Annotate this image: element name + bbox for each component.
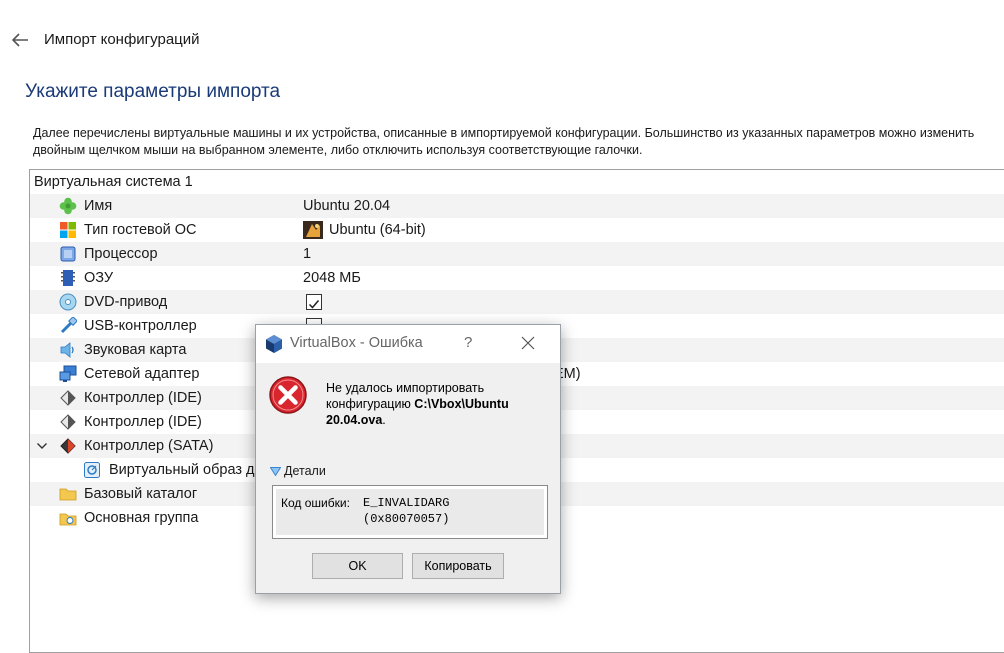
- ide-controller-icon: [60, 390, 76, 406]
- details-toggle[interactable]: Детали: [269, 464, 326, 478]
- ram-icon: [61, 270, 75, 286]
- usb-icon: [60, 317, 77, 334]
- ok-button[interactable]: OK: [312, 553, 403, 579]
- tree-row-value[interactable]: Ubuntu (64-bit): [329, 218, 426, 242]
- checkmark-icon: [308, 300, 320, 309]
- copy-button[interactable]: Копировать: [412, 553, 504, 579]
- tree-row-value[interactable]: Ubuntu 20.04: [303, 194, 390, 218]
- tree-row-label: Тип гостевой ОС: [84, 222, 197, 238]
- tree-row-dvd[interactable]: DVD-привод: [30, 290, 1004, 314]
- sata-controller-icon: [60, 438, 76, 454]
- error-code: E_INVALIDARG: [363, 496, 450, 510]
- tree-row-label: Базовый каталог: [84, 486, 198, 502]
- tree-row-label: Контроллер (SATA): [84, 438, 214, 454]
- tree-row-label: Сетевой адаптер: [84, 366, 200, 382]
- page-heading: Укажите параметры импорта: [25, 81, 281, 102]
- triangle-down-icon: [269, 467, 282, 477]
- close-icon[interactable]: [520, 335, 536, 351]
- tree-row-label: USB-контроллер: [84, 318, 197, 334]
- error-icon: [269, 376, 307, 414]
- os-type-icon: [60, 222, 76, 238]
- tree-row-system[interactable]: Виртуальная система 1: [30, 170, 1004, 194]
- tree-row-label: Контроллер (IDE): [84, 390, 202, 406]
- error-dialog: VirtualBox - Ошибка ? Не удалось импорти…: [255, 324, 561, 594]
- tree-row-label: Процессор: [84, 246, 158, 262]
- dvd-checkbox[interactable]: [306, 294, 322, 310]
- error-code-label: Код ошибки:: [281, 496, 350, 510]
- group-icon: [59, 513, 77, 526]
- tree-row-os-type[interactable]: Тип гостевой ОС Ubuntu (64-bit): [30, 218, 1004, 242]
- network-icon: [59, 365, 77, 382]
- error-code-hex: (0x80070057): [363, 512, 450, 526]
- audio-icon: [60, 342, 74, 358]
- tree-row-label: Имя: [84, 198, 113, 214]
- folder-icon: [59, 488, 77, 501]
- help-button[interactable]: ?: [464, 334, 478, 351]
- tree-row-label: Виртуальный образ д: [109, 462, 255, 478]
- tree-row-ram[interactable]: ОЗУ 2048 МБ: [30, 266, 1004, 290]
- chevron-down-icon[interactable]: [36, 434, 48, 458]
- tree-row-label: DVD-привод: [84, 294, 168, 310]
- tree-row-value[interactable]: 2048 МБ: [303, 266, 361, 290]
- tree-row-value[interactable]: 1: [303, 242, 311, 266]
- tree-row-label: Виртуальная система 1: [34, 174, 193, 190]
- error-message: Не удалось импортировать конфигурацию C:…: [326, 381, 509, 427]
- cpu-icon: [60, 246, 76, 262]
- back-arrow-icon[interactable]: [8, 28, 32, 52]
- disk-image-icon: [84, 462, 100, 478]
- tree-row-label: Звуковая карта: [84, 342, 187, 358]
- ubuntu-os-icon: [303, 221, 323, 239]
- details-panel: Код ошибки: E_INVALIDARG (0x80070057): [272, 485, 548, 539]
- dialog-title: VirtualBox - Ошибка: [290, 335, 423, 351]
- tree-row-cpu[interactable]: Процессор 1: [30, 242, 1004, 266]
- ide-controller-icon: [60, 414, 76, 430]
- tree-row-name[interactable]: Имя Ubuntu 20.04: [30, 194, 1004, 218]
- name-icon: [59, 197, 77, 215]
- dialog-titlebar[interactable]: VirtualBox - Ошибка ?: [256, 325, 560, 363]
- tree-row-label: Основная группа: [84, 510, 199, 526]
- tree-row-label: ОЗУ: [84, 270, 114, 286]
- wizard-title: Импорт конфигураций: [44, 31, 200, 48]
- tree-row-label: Контроллер (IDE): [84, 414, 202, 430]
- virtualbox-logo-icon: [266, 335, 282, 353]
- page-description: Далее перечислены виртуальные машины и и…: [33, 126, 975, 157]
- dvd-icon: [59, 293, 77, 311]
